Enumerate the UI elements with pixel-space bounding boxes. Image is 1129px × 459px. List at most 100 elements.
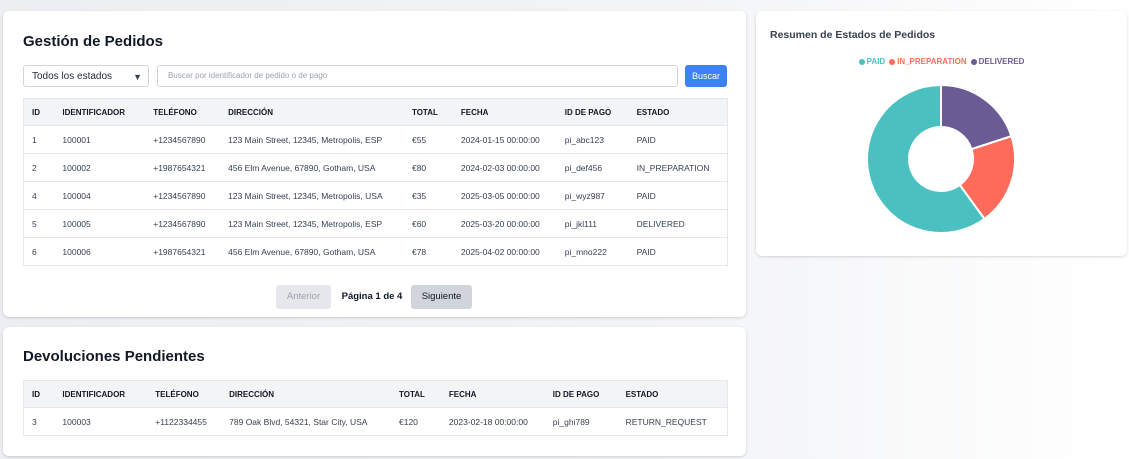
table-cell: 5 bbox=[23, 209, 55, 238]
table-cell: 456 Elm Avenue, 67890, Gotham, USA bbox=[220, 153, 404, 182]
table-cell: 1 bbox=[23, 125, 55, 154]
table-cell: €55 bbox=[403, 125, 453, 154]
table-cell: 2024-01-15 00:00:00 bbox=[452, 125, 557, 154]
table-cell: €78 bbox=[411, 246, 427, 257]
table-cell: €120 bbox=[399, 416, 418, 427]
legend-item[interactable]: IN_PREPARATION bbox=[889, 57, 967, 66]
table-cell: RETURN_REQUEST bbox=[625, 416, 707, 427]
table-cell: +1987654321 bbox=[153, 246, 206, 257]
table-cell: €60 bbox=[403, 209, 453, 238]
column-header: TELÉFONO bbox=[147, 380, 222, 408]
returns-table: ID IDENTIFICADOR TELÉFONO DIRECCIÓN TOTAL FEC… bbox=[23, 380, 728, 436]
returns-table-body: 3 100003 +1122334455 789 Oak Blvd, 54321, S… bbox=[24, 408, 728, 436]
table-cell: +1234567890 bbox=[145, 125, 221, 154]
orders-card: Gestión de Pedidos Todos los estados ▼ B… bbox=[3, 11, 746, 317]
table-row[interactable]: 4 100004 +1234567890 123 Main Street, 12345… bbox=[23, 181, 728, 210]
search-button[interactable]: Buscar bbox=[685, 65, 727, 87]
page-indicator: Página 1 de 4 bbox=[341, 291, 403, 302]
column-header: ESTADO bbox=[628, 98, 728, 126]
column-header: ID bbox=[23, 98, 55, 126]
legend-label: DELIVERED bbox=[978, 57, 1025, 66]
table-cell: PAID bbox=[636, 246, 656, 257]
table-cell: 123 Main Street, 12345, Metropolis, USA bbox=[220, 181, 404, 210]
table-cell: pi_abc123 bbox=[556, 125, 629, 154]
column-header: ID DE PAGO bbox=[556, 98, 629, 126]
table-row[interactable]: 5 100005 +1234567890 123 Main Street, 12345… bbox=[23, 209, 728, 238]
table-cell: 2025-03-05 00:00:00 bbox=[452, 181, 557, 210]
column-header: TELÉFONO bbox=[145, 98, 221, 126]
search-input[interactable]: Buscar por identificador de pedido o de … bbox=[157, 65, 678, 87]
table-cell: 2025-03-20 00:00:00 bbox=[452, 209, 557, 238]
chevron-down-icon: ▼ bbox=[133, 72, 142, 82]
returns-header-row: ID IDENTIFICADOR TELÉFONO DIRECCIÓN TOTAL FEC… bbox=[23, 380, 728, 408]
table-cell: 123 Main Street, 12345, Metropolis, ESP bbox=[220, 209, 404, 238]
returns-card: Devoluciones Pendientes ID IDENTIFICADOR T… bbox=[3, 327, 746, 456]
table-cell: pi_jkl111 bbox=[556, 209, 629, 238]
table-cell: 2 bbox=[23, 153, 55, 182]
table-cell: 2023-02-18 00:00:00 bbox=[448, 416, 528, 427]
pagination: Anterior Página 1 de 4 Siguiente bbox=[3, 285, 746, 309]
orders-table-body: 1 100001 +1234567890 123 Main Street, 12345… bbox=[23, 125, 728, 266]
table-cell: 100006 bbox=[62, 246, 91, 257]
orders-title: Gestión de Pedidos bbox=[23, 33, 164, 50]
table-cell: €35 bbox=[403, 181, 453, 210]
legend-label: IN_PREPARATION bbox=[897, 57, 967, 66]
donut-slice-delivered[interactable] bbox=[940, 83, 1013, 151]
legend-dot-icon bbox=[889, 58, 896, 65]
status-filter-select[interactable]: Todos los estados ▼ bbox=[23, 65, 149, 87]
table-cell: PAID bbox=[628, 125, 728, 154]
table-cell: pi_ghi789 bbox=[552, 416, 590, 427]
orders-table: ID IDENTIFICADOR TELÉFONO DIRECCIÓN TOTAL FEC… bbox=[23, 98, 728, 266]
column-header: FECHA bbox=[440, 380, 545, 408]
column-header: ID bbox=[23, 380, 55, 408]
table-row[interactable]: 2 100002 +1987654321 456 Elm Avenue, 67890,… bbox=[23, 153, 728, 182]
table-cell: IN_PREPARATION bbox=[628, 153, 728, 182]
legend-item[interactable]: DELIVERED bbox=[970, 57, 1025, 66]
table-cell: DELIVERED bbox=[628, 209, 728, 238]
table-cell: 3 bbox=[32, 416, 37, 427]
table-cell: 2024-02-03 00:00:00 bbox=[452, 153, 557, 182]
table-cell: +1234567890 bbox=[145, 209, 221, 238]
legend-dot-icon bbox=[858, 58, 865, 65]
chart-title: Resumen de Estados de Pedidos bbox=[770, 29, 936, 41]
orders-filters: Todos los estados ▼ Buscar por identific… bbox=[23, 65, 728, 89]
table-cell: 100002 bbox=[54, 153, 146, 182]
status-donut-chart bbox=[866, 83, 1016, 234]
table-cell: +1234567890 bbox=[145, 181, 221, 210]
column-header: IDENTIFICADOR bbox=[54, 98, 146, 126]
orders-header-row: ID IDENTIFICADOR TELÉFONO DIRECCIÓN TOTAL FEC… bbox=[23, 98, 728, 126]
table-cell: €80 bbox=[403, 153, 453, 182]
table-cell: PAID bbox=[628, 181, 728, 210]
column-header: DIRECCIÓN bbox=[220, 98, 404, 126]
chart-legend: PAID IN_PREPARATION DELIVERED bbox=[756, 57, 1127, 66]
table-cell: 100004 bbox=[54, 181, 146, 210]
legend-dot-icon bbox=[970, 58, 977, 65]
column-header: ID DE PAGO bbox=[544, 380, 618, 408]
next-page-button[interactable]: Siguiente bbox=[411, 285, 472, 309]
table-cell: pi_def456 bbox=[556, 153, 629, 182]
table-cell: 100005 bbox=[54, 209, 146, 238]
table-row[interactable]: 6 100006 +1987654321 456 Elm Avenue, 67890,… bbox=[24, 238, 728, 266]
table-cell: 100003 bbox=[62, 416, 91, 427]
column-header: ESTADO bbox=[617, 380, 728, 408]
legend-item[interactable]: PAID bbox=[858, 57, 886, 66]
prev-page-button[interactable]: Anterior bbox=[276, 285, 331, 309]
table-cell: 456 Elm Avenue, 67890, Gotham, USA bbox=[228, 246, 376, 257]
table-cell: 123 Main Street, 12345, Metropolis, ESP bbox=[220, 125, 404, 154]
table-cell: 4 bbox=[23, 181, 55, 210]
column-header: TOTAL bbox=[391, 380, 441, 408]
table-cell: pi_mno222 bbox=[564, 246, 607, 257]
column-header: TOTAL bbox=[403, 98, 453, 126]
table-cell: 100001 bbox=[54, 125, 146, 154]
table-cell: 6 bbox=[32, 246, 37, 257]
table-cell: 789 Oak Blvd, 54321, Star City, USA bbox=[229, 416, 368, 427]
chart-card: Resumen de Estados de Pedidos PAID IN_PRE… bbox=[756, 11, 1127, 256]
status-filter-value: Todos los estados bbox=[32, 71, 113, 82]
table-row[interactable]: 1 100001 +1234567890 123 Main Street, 12345… bbox=[23, 125, 728, 154]
column-header: DIRECCIÓN bbox=[221, 380, 391, 408]
legend-label: PAID bbox=[866, 57, 886, 66]
table-cell: +1987654321 bbox=[145, 153, 221, 182]
column-header: FECHA bbox=[452, 98, 557, 126]
table-row[interactable]: 3 100003 +1122334455 789 Oak Blvd, 54321, S… bbox=[24, 408, 728, 436]
table-cell: 2025-04-02 00:00:00 bbox=[460, 246, 540, 257]
